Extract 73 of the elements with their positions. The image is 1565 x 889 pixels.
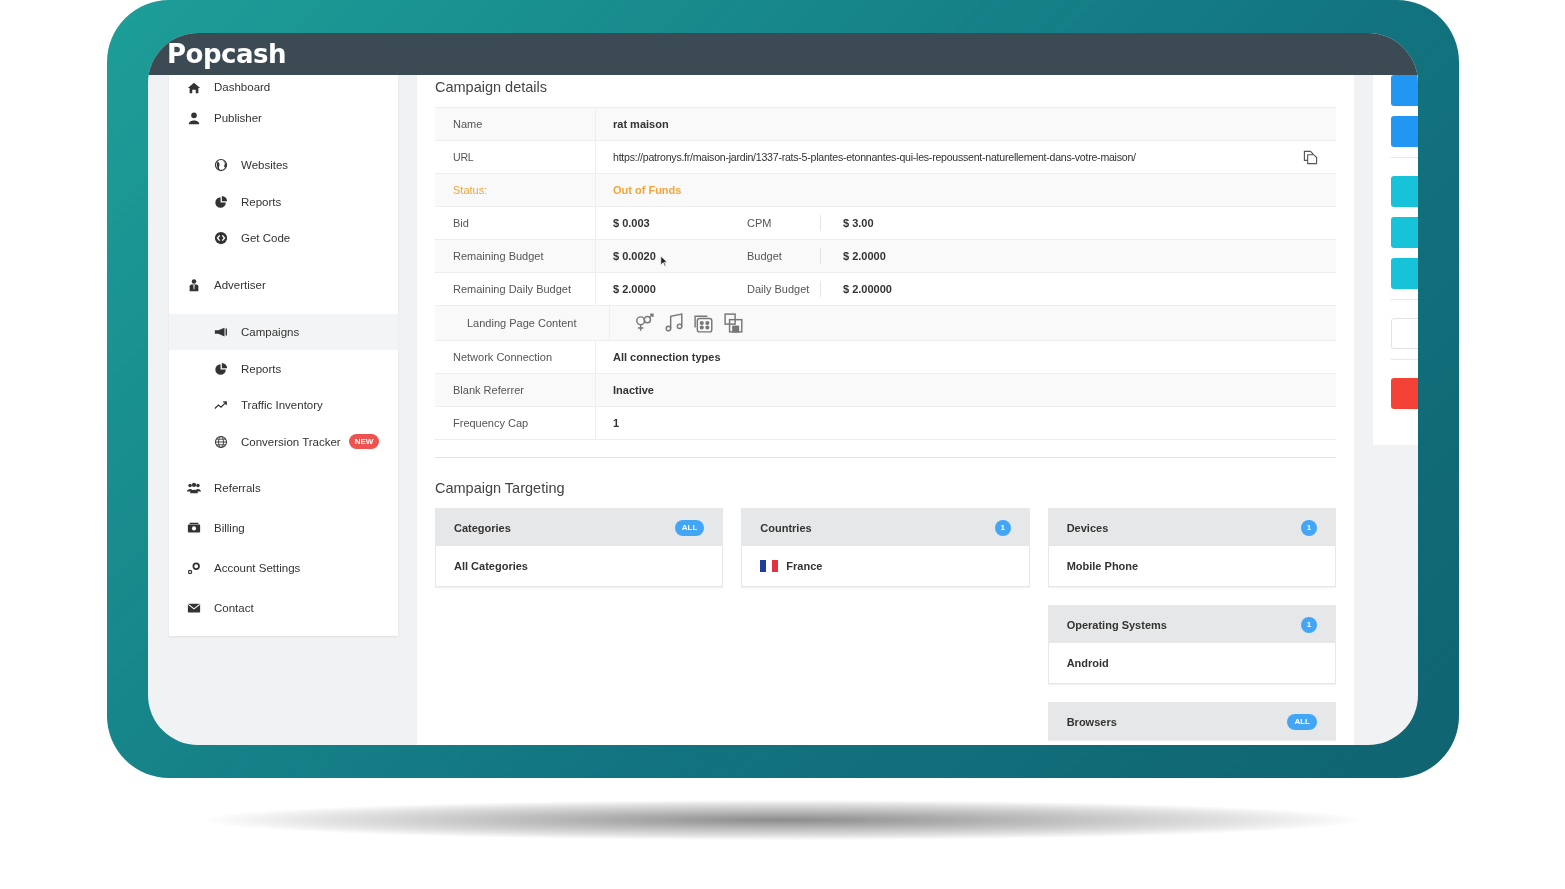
- flag-icon: [760, 560, 779, 572]
- sidebar-item[interactable]: Reports: [169, 350, 398, 387]
- count-badge: ALL: [1287, 713, 1317, 730]
- section-title: Campaign details: [435, 78, 549, 97]
- targeting-value: Android: [1066, 657, 1109, 669]
- field-value: rat maison: [612, 117, 670, 132]
- card-title: Browsers: [1066, 715, 1117, 728]
- globe-icon: [214, 158, 228, 173]
- field-label: URL: [435, 141, 596, 173]
- sidebar-item[interactable]: Reports: [169, 183, 398, 221]
- sidebar-item[interactable]: Campaigns: [169, 313, 398, 351]
- sidebar-item[interactable]: Publisher: [169, 98, 398, 138]
- status-value: Out of Funds: [612, 183, 683, 198]
- field-value: 1: [612, 416, 621, 431]
- value-text: $ 2.0000: [613, 283, 656, 295]
- field-label: Name: [435, 108, 596, 140]
- count-badge: 1: [994, 519, 1011, 536]
- gender-symbols-icon: [634, 313, 654, 333]
- field-label: Frequency Cap: [435, 407, 596, 439]
- field-label: Remaining Budget: [435, 240, 596, 272]
- field-label: Daily Budget: [747, 273, 821, 305]
- sidebar-item[interactable]: Billing: [169, 508, 398, 549]
- field-label: Budget: [747, 240, 821, 272]
- field-label: Landing Page Content: [449, 306, 610, 340]
- count-badge: ALL: [674, 519, 705, 536]
- copy-icon[interactable]: [1303, 149, 1318, 165]
- person-icon: [187, 277, 201, 292]
- targeting-value: France: [786, 560, 823, 572]
- card-title: Categories: [454, 521, 511, 534]
- gear-icon: [187, 561, 201, 576]
- sidebar-item[interactable]: Traffic Inventory: [169, 386, 398, 424]
- value-text: $ 0.003: [613, 217, 650, 229]
- sidebar-item[interactable]: Dashboard: [169, 75, 398, 98]
- card-title: Operating Systems: [1066, 618, 1167, 631]
- users-icon: [187, 481, 201, 496]
- field-label: CPM: [747, 207, 821, 239]
- sidebar-item[interactable]: Get Code: [169, 220, 398, 257]
- globe-icon: [214, 434, 228, 449]
- code-icon: [214, 231, 228, 246]
- card-title: Devices: [1066, 521, 1109, 534]
- user-icon: [187, 111, 201, 125]
- stacked-pages-icon: [724, 313, 744, 333]
- logo: Popcash: [167, 39, 286, 69]
- sidebar-item[interactable]: Conversion Tracker NEW: [169, 423, 398, 461]
- field-label: Blank Referrer: [435, 374, 596, 406]
- url-text: https://patronys.fr/maison-jardin/1337-rats-5-plantes-etonnantes-qui-les-repoussent-naturellement-dans-votre-maison/: [613, 151, 1136, 163]
- field-label: Network Connection: [435, 341, 596, 373]
- card-title: Countries: [760, 521, 812, 534]
- sidebar-item[interactable]: Websites: [169, 147, 398, 184]
- sidebar-item[interactable]: Advertiser: [169, 264, 398, 305]
- count-badge: 1: [1301, 616, 1317, 633]
- field-value: $ 2.0000: [842, 249, 887, 264]
- sidebar-item[interactable]: Contact: [169, 588, 398, 629]
- count-badge: 1: [1301, 519, 1317, 536]
- section-title: Campaign Targeting: [435, 479, 566, 498]
- dice-icon: [694, 313, 714, 333]
- targeting-value: All Categories: [454, 560, 528, 572]
- new-badge: NEW: [348, 434, 380, 450]
- field-value: All connection types: [612, 350, 722, 365]
- sidebar-item[interactable]: Referrals: [169, 468, 398, 509]
- field-label: Bid: [435, 207, 596, 239]
- home-icon: [187, 81, 201, 95]
- field-label: Remaining Daily Budget: [435, 273, 596, 305]
- targeting-value: Mobile Phone: [1066, 560, 1139, 572]
- value-text: $ 0.0020: [613, 250, 656, 262]
- field-value: Inactive: [612, 383, 655, 398]
- field-value: $ 3.00: [842, 216, 875, 231]
- field-value: $ 2.00000: [842, 282, 893, 297]
- sidebar-item[interactable]: Account Settings: [169, 548, 398, 589]
- pie-chart-icon: [214, 194, 228, 209]
- field-label: Status:: [435, 174, 596, 206]
- pie-chart-icon: [214, 361, 228, 376]
- music-note-icon: [664, 313, 684, 333]
